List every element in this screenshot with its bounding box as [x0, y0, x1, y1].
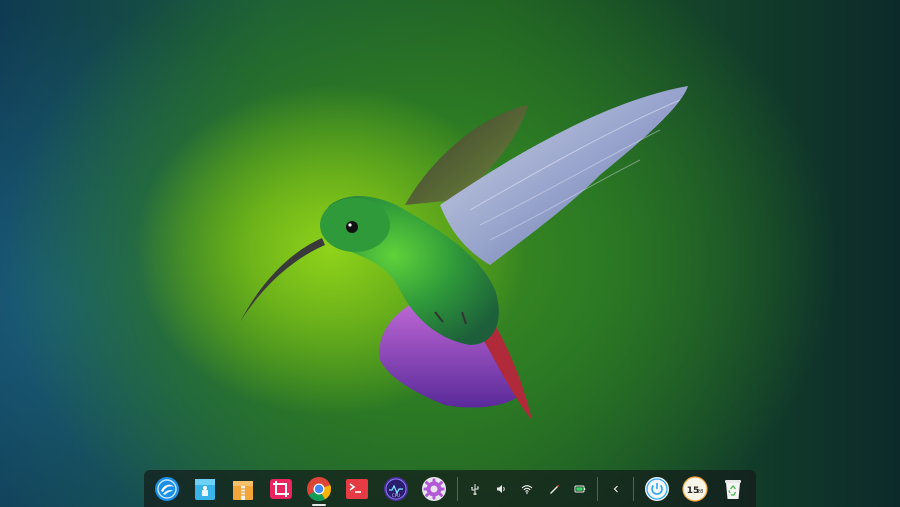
edit-tray-button[interactable] — [541, 470, 567, 507]
volume-tray-button[interactable] — [488, 470, 514, 507]
usb-tray-button[interactable] — [462, 470, 488, 507]
dock-separator — [456, 476, 458, 501]
wallpaper — [240, 86, 688, 420]
gear-icon — [421, 476, 446, 501]
clock-minutes: 28 — [697, 489, 703, 495]
volume-icon — [497, 484, 505, 493]
clock-button[interactable]: 15 28 — [676, 470, 714, 507]
terminal-icon — [346, 478, 369, 499]
system-monitor-button[interactable]: CPU — [376, 470, 414, 507]
app-store-button[interactable] — [186, 470, 224, 507]
wifi-icon — [522, 484, 533, 494]
archive-icon — [233, 480, 254, 500]
settings-button[interactable] — [415, 470, 453, 507]
usb-icon — [471, 483, 479, 495]
trash-icon — [724, 479, 741, 499]
dock-separator — [632, 476, 634, 501]
cpu-monitor-icon: CPU — [383, 476, 408, 501]
trash-button[interactable] — [714, 470, 752, 507]
beak — [240, 238, 325, 322]
dock-separator — [597, 476, 599, 501]
battery-icon — [574, 485, 586, 492]
cpu-label: CPU — [391, 493, 399, 498]
terminal-button[interactable] — [338, 470, 376, 507]
deepin-logo-icon — [155, 476, 180, 501]
battery-tray-button[interactable] — [567, 470, 593, 507]
launcher-button[interactable] — [148, 470, 186, 507]
clock-icon: 15 28 — [682, 475, 708, 502]
active-indicator — [312, 504, 327, 506]
tray-expand-button[interactable] — [602, 470, 628, 507]
chrome-icon — [307, 476, 332, 501]
power-icon — [644, 476, 669, 501]
chevron-left-icon — [613, 485, 618, 492]
archive-manager-button[interactable] — [224, 470, 262, 507]
power-button[interactable] — [638, 470, 676, 507]
app-store-icon — [195, 478, 216, 500]
wifi-tray-button[interactable] — [514, 470, 540, 507]
screenshot-button[interactable] — [262, 470, 300, 507]
crop-icon — [270, 478, 293, 499]
chrome-button[interactable] — [300, 470, 338, 507]
pen-icon — [549, 484, 560, 494]
dock: CPU 15 28 — [144, 470, 756, 507]
